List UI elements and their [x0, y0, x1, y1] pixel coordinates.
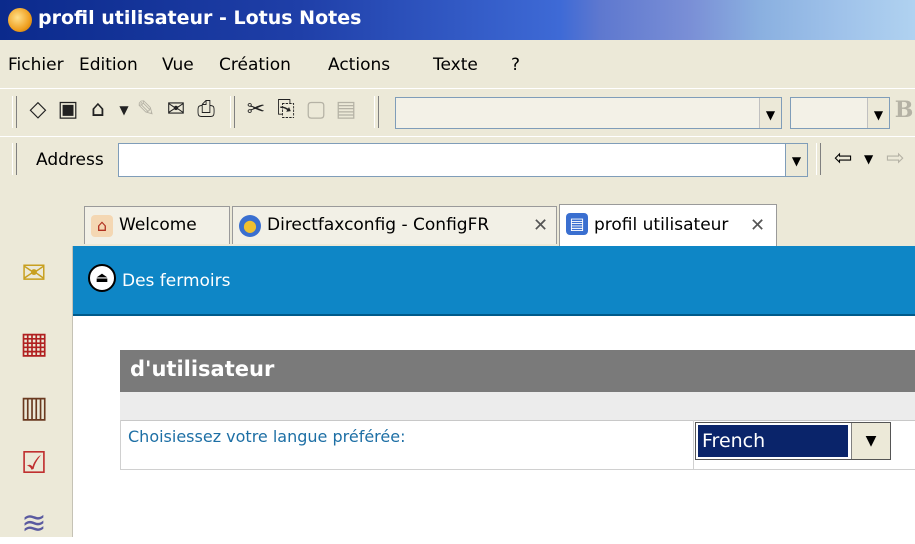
lotus-notes-app-icon[interactable] — [8, 8, 32, 32]
tab-directfaxconfig[interactable]: ● Directfaxconfig - ConfigFR ✕ — [232, 206, 557, 244]
forward-arrow-icon: ⇨ — [886, 146, 905, 171]
chevron-down-icon[interactable]: ▼ — [112, 98, 136, 122]
chevron-down-icon[interactable]: ▼ — [851, 423, 890, 459]
todo-icon[interactable]: ☑ — [14, 444, 54, 484]
cut-icon[interactable]: ✂ — [244, 98, 268, 122]
tab-welcome[interactable]: ⌂ Welcome — [84, 206, 230, 244]
chevron-down-icon[interactable]: ▼ — [759, 98, 781, 128]
home-icon: ⌂ — [91, 215, 113, 237]
close-icon[interactable]: ✕ — [533, 215, 548, 236]
save-icon[interactable]: ▣ — [56, 98, 80, 122]
tab-profil-utilisateur[interactable]: ▤ profil utilisateur ✕ — [559, 204, 777, 246]
chevron-down-icon[interactable]: ▼ — [867, 98, 889, 128]
section-subheader — [120, 392, 915, 421]
section-title: d'utilisateur — [130, 357, 275, 381]
databases-icon[interactable]: ≋ — [14, 504, 54, 544]
tab-label: Directfaxconfig - ConfigFR — [267, 215, 490, 235]
bold-icon: B — [894, 97, 914, 123]
tab-label: profil utilisateur — [594, 215, 729, 235]
toolbar-separator — [816, 143, 821, 175]
menu-help[interactable]: ? — [511, 55, 520, 75]
address-book-icon[interactable]: ▥ — [14, 388, 54, 428]
navigate-icon[interactable]: ◇ — [26, 98, 50, 122]
toolbar-grip[interactable] — [12, 143, 17, 175]
font-size-combo[interactable]: ▼ — [790, 97, 890, 129]
print-icon[interactable]: ⎙ — [194, 98, 218, 122]
font-combo[interactable]: ▼ — [395, 97, 782, 129]
chevron-down-icon[interactable]: ▼ — [785, 144, 807, 176]
open-folder-icon[interactable]: ⌂ — [86, 98, 110, 122]
edit-document-icon: ✎ — [136, 97, 156, 122]
menu-edition[interactable]: Edition — [79, 55, 138, 75]
copy-icon[interactable]: ⎘ — [274, 98, 298, 122]
menu-fichier[interactable]: Fichier — [8, 55, 64, 75]
eject-icon[interactable]: ⏏ — [88, 264, 116, 292]
menu-texte[interactable]: Texte — [433, 55, 478, 75]
window-title: profil utilisateur - Lotus Notes — [38, 7, 362, 29]
menu-actions[interactable]: Actions — [328, 55, 390, 75]
calendar-icon[interactable]: ▦ — [14, 324, 54, 364]
back-arrow-icon[interactable]: ⇦ — [834, 146, 852, 171]
language-field-label: Choisiessez votre langue préférée: — [128, 427, 406, 446]
profile-document-icon: ▤ — [566, 213, 588, 235]
language-select-value[interactable]: French — [698, 425, 848, 457]
mail-icon[interactable]: ✉ — [164, 98, 188, 122]
menu-creation[interactable]: Création — [219, 55, 291, 75]
toolbar-separator — [374, 96, 379, 128]
address-label: Address — [36, 150, 104, 170]
tab-label: Welcome — [119, 215, 197, 235]
toolbar-separator — [230, 96, 235, 128]
action-des-fermoirs[interactable]: Des fermoirs — [122, 271, 230, 291]
paste-icon: ▢ — [305, 97, 327, 122]
address-input[interactable]: ▼ — [118, 143, 808, 177]
menu-vue[interactable]: Vue — [162, 55, 194, 75]
toolbar-grip[interactable] — [12, 96, 17, 128]
database-icon: ● — [239, 215, 261, 237]
field-divider — [693, 420, 694, 470]
paste-special-icon: ▤ — [335, 97, 357, 122]
mail-icon[interactable]: ✉ — [14, 254, 54, 294]
chevron-down-icon[interactable]: ▼ — [864, 152, 873, 166]
close-icon[interactable]: ✕ — [750, 215, 765, 236]
